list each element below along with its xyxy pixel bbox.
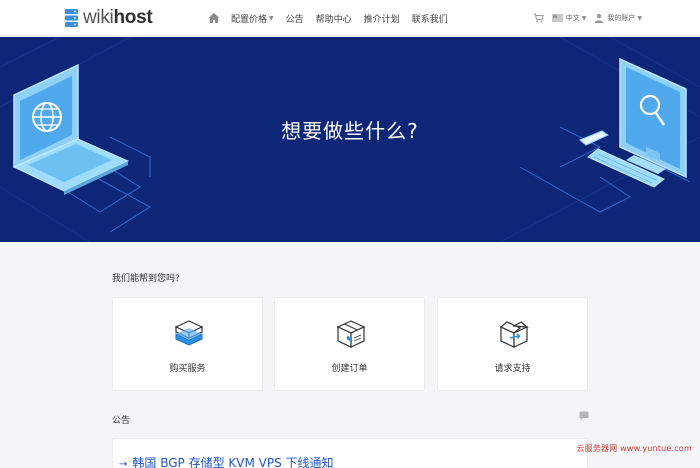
top-header: wikihost 配置价格 ▼ 公告 帮助中心 推介计划 联系我们 中文 ▼ 我的账 xyxy=(0,0,700,36)
hero-banner: 想要做些什么? xyxy=(0,37,700,242)
announcement-title: 韩国 BGP 存储型 KVM VPS 下线通知 xyxy=(132,456,334,468)
header-right: 中文 ▼ 我的账户 ▼ xyxy=(533,0,642,36)
box-icon xyxy=(336,320,366,348)
desktop-search-illustration xyxy=(579,57,687,188)
language-selector[interactable]: 中文 ▼ xyxy=(551,13,587,23)
nav-item-contact[interactable]: 联系我们 xyxy=(412,12,448,25)
flag-icon xyxy=(551,14,563,22)
card-label: 购买服务 xyxy=(169,364,206,374)
chevron-down-icon: ▼ xyxy=(269,14,274,22)
watermark: 云服务器网 www.yuntue.com xyxy=(576,444,692,453)
hero-title: 想要做些什么? xyxy=(281,119,419,143)
home-icon[interactable] xyxy=(207,11,221,25)
nav-item-announcements[interactable]: 公告 xyxy=(286,12,304,25)
card-create-order[interactable]: 创建订单 xyxy=(274,297,425,391)
server-stack-icon xyxy=(174,320,204,346)
logo-server-icon xyxy=(65,9,78,27)
nav-item-referral[interactable]: 推介计划 xyxy=(364,12,400,25)
logo-text: wikihost xyxy=(83,7,153,28)
comment-icon[interactable] xyxy=(579,411,589,421)
card-label: 请求支持 xyxy=(494,364,531,374)
announcement-item[interactable]: → 韩国 BGP 存储型 KVM VPS 下线通知 xyxy=(119,454,334,468)
arrow-right-icon: → xyxy=(119,459,128,468)
cart-icon[interactable] xyxy=(533,13,544,23)
nav-item-help-center[interactable]: 帮助中心 xyxy=(316,12,352,25)
chevron-down-icon: ▼ xyxy=(581,14,587,22)
announcement-list: → 韩国 BGP 存储型 KVM VPS 下线通知 xyxy=(112,438,588,468)
chevron-down-icon: ▼ xyxy=(637,14,642,22)
user-icon xyxy=(595,13,604,23)
announcements-label: 公告 xyxy=(112,416,131,426)
card-request-support[interactable]: 请求支持 xyxy=(437,297,588,391)
nav-item-pricing[interactable]: 配置价格 ▼ xyxy=(231,12,274,25)
main-nav: 配置价格 ▼ 公告 帮助中心 推介计划 联系我们 xyxy=(207,0,460,36)
card-buy-service[interactable]: 购买服务 xyxy=(112,297,263,391)
logo[interactable]: wikihost xyxy=(64,7,153,29)
account-menu[interactable]: 我的账户 ▼ xyxy=(594,13,642,23)
card-label: 创建订单 xyxy=(331,364,368,374)
help-section-label: 我们能帮到您吗? xyxy=(112,274,180,284)
help-cards: 购买服务 创建订单 请求支持 xyxy=(112,297,588,391)
support-box-icon xyxy=(499,321,529,348)
